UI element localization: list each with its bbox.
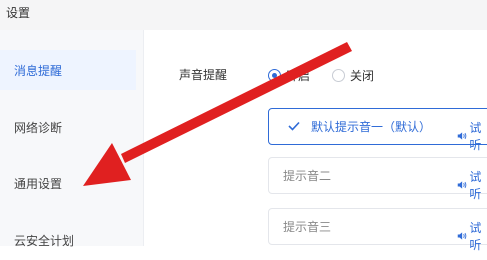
sound-item-2[interactable]: 提示音二 [268, 157, 487, 194]
radio-label: 开启 [286, 69, 311, 83]
radio-dot [268, 69, 281, 82]
sidebar-item-general-settings[interactable]: 通用设置 [0, 163, 136, 203]
sidebar: 消息提醒 网络诊断 通用设置 云安全计划 [0, 30, 143, 248]
sidebar-item-label: 消息提醒 [14, 63, 63, 78]
radio-off[interactable]: 关闭 [332, 67, 374, 84]
sound-item-3[interactable]: 提示音三 [268, 208, 487, 245]
trial-button-2[interactable]: 试听 [457, 168, 487, 202]
radio-dot [332, 69, 345, 82]
window-title: 设置 [6, 6, 31, 20]
sidebar-item-network-diagnosis[interactable]: 网络诊断 [0, 107, 136, 147]
sidebar-item-label: 网络诊断 [14, 120, 63, 135]
sound-item-default[interactable]: 默认提示音一（默认） [268, 108, 487, 145]
settings-content: 声音提醒 开启 关闭 默认提示音一（默认） 提示音二 提示音三 试听 试听 试听 [144, 30, 487, 252]
sound-item-name: 提示音二 [283, 169, 332, 183]
trial-label: 试听 [469, 221, 482, 252]
trial-button-1[interactable]: 试听 [457, 119, 487, 153]
sidebar-item-label: 通用设置 [14, 176, 63, 191]
radio-on[interactable]: 开启 [268, 67, 310, 84]
trial-label: 试听 [469, 170, 482, 201]
sidebar-item-message-alert[interactable]: 消息提醒 [0, 50, 136, 90]
trial-button-3[interactable]: 试听 [457, 219, 487, 253]
title-bar: 设置 [0, 0, 487, 30]
sound-alert-label: 声音提醒 [179, 68, 228, 82]
trial-label: 试听 [469, 121, 482, 152]
check-icon [283, 120, 305, 134]
sidebar-item-cloud-security[interactable]: 云安全计划 [0, 220, 136, 260]
speaker-icon [457, 132, 467, 140]
radio-label: 关闭 [350, 69, 375, 83]
speaker-icon [457, 232, 467, 240]
speaker-icon [457, 181, 467, 189]
sound-item-name: 提示音三 [283, 220, 332, 234]
